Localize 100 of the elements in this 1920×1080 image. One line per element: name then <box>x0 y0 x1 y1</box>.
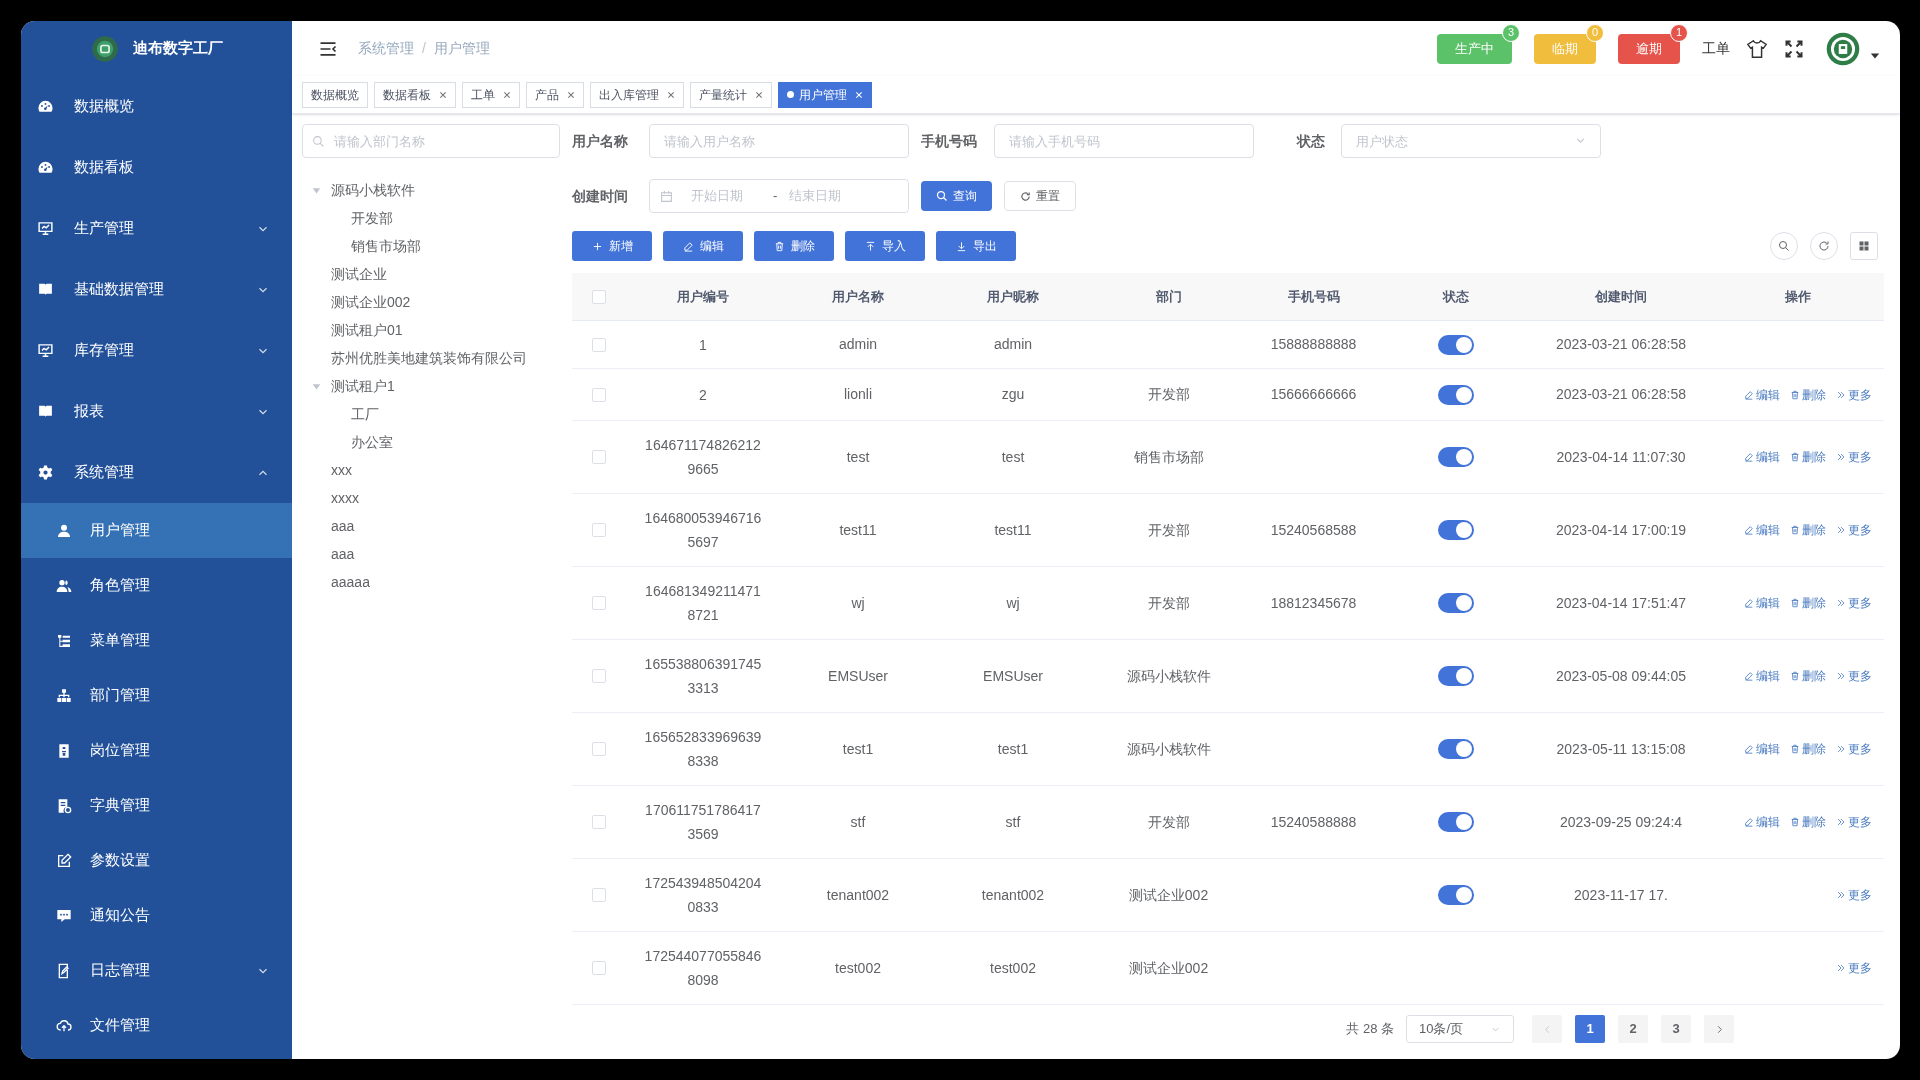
tree-node[interactable]: 测试企业 <box>331 263 387 285</box>
submenu-item[interactable]: 参数设置 <box>21 833 292 888</box>
more-link[interactable]: 更多 <box>1836 667 1872 685</box>
more-link[interactable]: 更多 <box>1836 448 1872 466</box>
tree-node[interactable]: aaaaa <box>331 571 370 593</box>
tree-node[interactable]: 苏州优胜美地建筑装饰有限公司 <box>331 347 527 369</box>
delete-link[interactable]: 删除 <box>1790 667 1826 685</box>
tab[interactable]: 数据概览 <box>302 81 368 108</box>
toggle-switch[interactable] <box>1438 593 1474 613</box>
reset-button[interactable]: 重置 <box>1004 181 1076 211</box>
checkbox[interactable] <box>591 337 606 352</box>
tree-node[interactable]: 销售市场部 <box>351 235 421 257</box>
tab[interactable]: 工单 <box>462 81 520 108</box>
tree-node[interactable]: xxxx <box>331 487 359 509</box>
menu-item[interactable]: 库存管理 <box>21 320 292 381</box>
toggle-switch[interactable] <box>1438 885 1474 905</box>
toggle-switch[interactable] <box>1438 334 1474 355</box>
submenu-item[interactable]: 菜单管理 <box>21 613 292 668</box>
toggle-switch[interactable] <box>1438 739 1474 759</box>
tree-node[interactable]: 源码小栈软件 <box>331 179 415 201</box>
date-range-field[interactable]: 开始日期 - 结束日期 <box>649 179 909 213</box>
tree-node[interactable]: 测试租户01 <box>331 319 403 341</box>
menu-item[interactable]: 报表 <box>21 381 292 442</box>
edit-link[interactable]: 编辑 <box>1744 667 1780 685</box>
delete-link[interactable]: 删除 <box>1790 521 1826 539</box>
checkbox[interactable] <box>591 815 606 829</box>
edit-link[interactable]: 编辑 <box>1744 448 1780 466</box>
edit-link[interactable]: 编辑 <box>1744 521 1780 539</box>
submenu-item[interactable]: 日志管理 <box>21 943 292 998</box>
toolbar-button[interactable]: 编辑 <box>663 231 743 261</box>
tab[interactable]: 用户管理 <box>778 81 872 108</box>
checkbox[interactable] <box>591 961 606 975</box>
work-order-link[interactable]: 工单 <box>1702 38 1730 59</box>
tab[interactable]: 产量统计 <box>690 81 772 108</box>
tree-node[interactable]: 测试企业002 <box>331 291 411 313</box>
tree-node[interactable]: xxx <box>331 459 352 481</box>
menu-item[interactable]: 数据概览 <box>21 76 292 137</box>
next-page-button[interactable] <box>1704 1015 1734 1043</box>
input-field[interactable]: 请输入用户名称 <box>649 124 909 158</box>
edit-link[interactable]: 编辑 <box>1744 385 1780 404</box>
toolbar-button[interactable]: 导入 <box>845 231 925 261</box>
more-link[interactable]: 更多 <box>1836 594 1872 612</box>
edit-link[interactable]: 编辑 <box>1744 740 1780 758</box>
submenu-item[interactable]: 角色管理 <box>21 558 292 613</box>
toolbar-button[interactable]: 新增 <box>572 231 652 261</box>
submenu-item[interactable]: 文件管理 <box>21 998 292 1053</box>
edit-link[interactable]: 编辑 <box>1744 594 1780 612</box>
select-field[interactable]: 用户状态 <box>1341 124 1601 158</box>
checkbox[interactable] <box>591 742 606 756</box>
tree-node[interactable]: 工厂 <box>351 403 379 425</box>
checkbox[interactable] <box>591 669 606 683</box>
menu-item[interactable]: 基础数据管理 <box>21 259 292 320</box>
delete-link[interactable]: 删除 <box>1790 448 1826 466</box>
checkbox[interactable] <box>591 888 606 902</box>
previous-page-button[interactable] <box>1532 1015 1562 1043</box>
submenu-item[interactable]: 部门管理 <box>21 668 292 723</box>
menu-item[interactable]: 生产管理 <box>21 198 292 259</box>
toolbar-button[interactable]: 删除 <box>754 231 834 261</box>
tree-node[interactable]: aaa <box>331 515 355 537</box>
tab[interactable]: 数据看板 <box>374 81 456 108</box>
page-button[interactable]: 1 <box>1575 1015 1605 1043</box>
more-link[interactable]: 更多 <box>1836 813 1872 831</box>
page-button[interactable]: 3 <box>1661 1015 1691 1043</box>
menu-item[interactable]: 数据看板 <box>21 137 292 198</box>
page-button[interactable]: 2 <box>1618 1015 1648 1043</box>
more-link[interactable]: 更多 <box>1836 385 1872 404</box>
toggle-switch[interactable] <box>1438 447 1474 467</box>
more-link[interactable]: 更多 <box>1836 959 1872 977</box>
checkbox[interactable] <box>591 523 606 537</box>
tree-node[interactable]: 开发部 <box>351 207 393 229</box>
delete-link[interactable]: 删除 <box>1790 740 1826 758</box>
toggle-switch[interactable] <box>1438 384 1474 405</box>
more-link[interactable]: 更多 <box>1836 886 1872 904</box>
submenu-item[interactable]: 用户管理 <box>21 503 292 558</box>
columns-button[interactable] <box>1850 232 1878 260</box>
end-date-input[interactable]: 结束日期 <box>789 186 860 206</box>
checkbox[interactable] <box>591 450 606 464</box>
page-size-select[interactable]: 10条/页 <box>1406 1015 1514 1043</box>
toggle-switch[interactable] <box>1438 520 1474 540</box>
search-button[interactable]: 查询 <box>921 181 992 211</box>
delete-link[interactable]: 删除 <box>1790 385 1826 404</box>
more-link[interactable]: 更多 <box>1836 521 1872 539</box>
start-date-input[interactable]: 开始日期 <box>691 186 761 206</box>
toggle-switch[interactable] <box>1438 666 1474 686</box>
tab[interactable]: 出入库管理 <box>590 81 684 108</box>
toolbar-button[interactable]: 导出 <box>936 231 1016 261</box>
menu-item[interactable]: 系统管理 <box>21 442 292 503</box>
delete-link[interactable]: 删除 <box>1790 594 1826 612</box>
checkbox[interactable] <box>591 387 606 402</box>
tree-node[interactable]: 测试租户1 <box>331 375 395 397</box>
toggle-switch[interactable] <box>1438 812 1474 832</box>
submenu-item[interactable]: 通知公告 <box>21 888 292 943</box>
submenu-item[interactable]: 字典管理 <box>21 778 292 833</box>
input-field[interactable]: 请输入手机号码 <box>994 124 1254 158</box>
edit-link[interactable]: 编辑 <box>1744 813 1780 831</box>
more-link[interactable]: 更多 <box>1836 740 1872 758</box>
tree-node[interactable]: 办公室 <box>351 431 393 453</box>
checkbox[interactable] <box>591 289 606 304</box>
submenu-item[interactable]: 岗位管理 <box>21 723 292 778</box>
checkbox[interactable] <box>591 596 606 610</box>
